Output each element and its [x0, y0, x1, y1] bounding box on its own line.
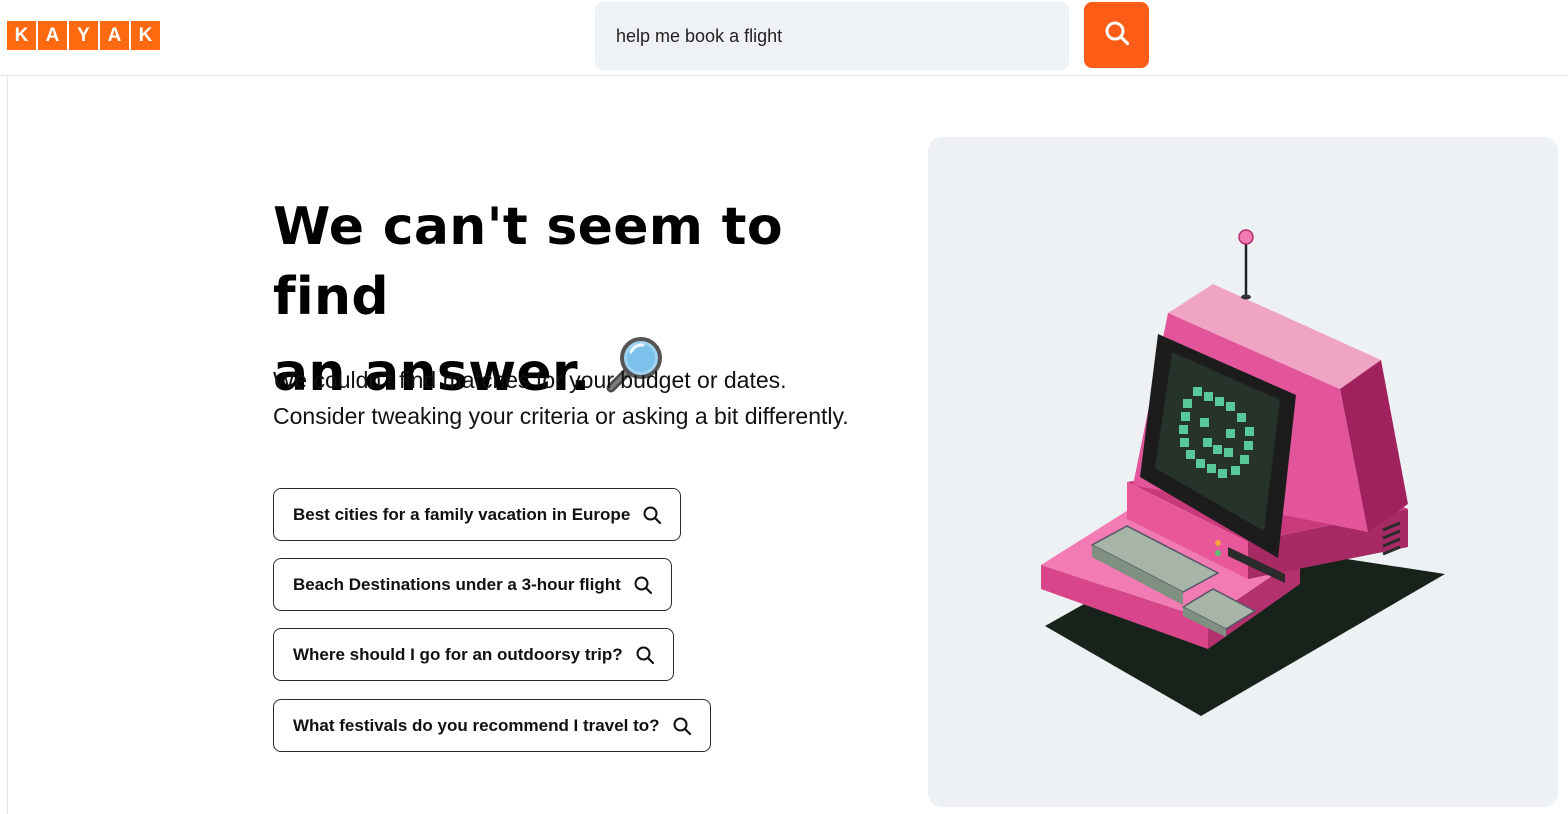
no-results-description: We couldn’t find matches for your budget… [273, 362, 913, 434]
search-icon [635, 645, 655, 665]
suggestion-label: Where should I go for an outdoorsy trip? [293, 644, 623, 664]
description-line1: We couldn’t find matches for your budget… [273, 367, 787, 393]
search-icon [642, 505, 662, 525]
search-input-value: help me book a flight [616, 25, 783, 46]
suggestion-chip[interactable]: Where should I go for an outdoorsy trip? [273, 628, 674, 681]
illustration-panel [928, 137, 1558, 807]
logo-letter: A [100, 21, 129, 50]
suggestion-chip[interactable]: What festivals do you recommend I travel… [273, 699, 711, 752]
search-icon [1104, 20, 1130, 51]
suggestion-label: Beach Destinations under a 3-hour flight [293, 574, 621, 594]
suggestion-label: Best cities for a family vacation in Eur… [293, 504, 631, 524]
suggestion-chip[interactable]: Beach Destinations under a 3-hour flight [273, 558, 672, 611]
search-icon [633, 575, 653, 595]
suggestion-label: What festivals do you recommend I travel… [293, 715, 660, 735]
description-line2: Consider tweaking your criteria or askin… [273, 403, 849, 429]
page-title-line1: We can't seem to find [273, 197, 783, 327]
top-header: K A Y A K help me book a flight [0, 0, 1568, 76]
search-input[interactable]: help me book a flight [595, 2, 1069, 70]
logo-letter: K [7, 21, 36, 50]
logo-letter: Y [69, 21, 98, 50]
logo-letter: A [38, 21, 67, 50]
left-divider [7, 76, 8, 814]
suggestion-chip[interactable]: Best cities for a family vacation in Eur… [273, 488, 682, 541]
retro-computer-illustration [1041, 229, 1445, 716]
search-icon [672, 716, 692, 736]
logo-letter: K [131, 21, 160, 50]
kayak-logo[interactable]: K A Y A K [7, 21, 160, 50]
search-button[interactable] [1084, 2, 1149, 68]
